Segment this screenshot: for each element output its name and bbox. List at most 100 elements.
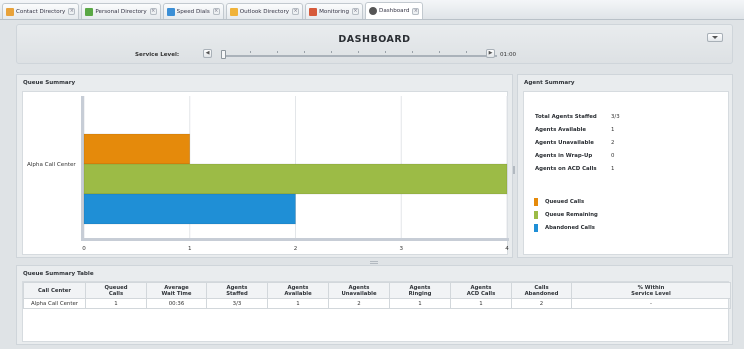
table-cell: 00:36 [146,298,207,309]
close-icon[interactable]: × [292,8,300,15]
bar-abandoned-calls [83,193,296,225]
y-axis [81,96,84,238]
collapse-button[interactable] [707,33,723,42]
bar-queued-calls [83,133,191,165]
chevron-left-icon: ◀ [205,50,210,56]
monitoring-icon [309,7,318,16]
personal-directory-icon [85,7,94,16]
column-header[interactable]: % Within Service Level [571,282,731,299]
table-cell: 1 [450,298,512,309]
stat-label-wrap-up: Agents in Wrap-Up [535,153,593,159]
stat-label-available: Agents Available [535,127,587,133]
tab-label: Dashboard [379,8,410,14]
table-row[interactable]: Alpha Call Center 1 00:36 3/3 1 2 1 1 2- [23,298,731,309]
agent-summary-panel: Agent Summary Total Agents Staffed 3/3 A… [517,74,733,258]
close-icon[interactable]: × [212,8,220,15]
column-header[interactable]: Call Center [23,282,86,299]
column-header[interactable]: Agents Available [267,282,329,299]
close-icon[interactable]: × [149,8,157,15]
slider-tick [277,51,278,53]
table-cell: 1 [267,298,329,309]
column-header[interactable]: Queued Calls [85,282,147,299]
table-cell: - [571,298,731,309]
tab-label: Monitoring [319,8,350,15]
x-tick-label: 3 [399,246,403,252]
x-tick-label: 4 [505,246,509,252]
bar-queue-remaining [83,163,508,195]
queue-summary-chart: 0 1 2 3 4 [81,96,509,252]
table-cell: 1 [85,298,147,309]
column-header[interactable]: Average Wait Time [146,282,207,299]
column-header[interactable]: Agents ACD Calls [450,282,512,299]
column-header[interactable]: Agents Unavailable [328,282,390,299]
queue-summary-table-panel: Queue Summary Table Call Center Queued Cal… [16,265,733,345]
column-header[interactable]: Calls Abandoned [511,282,572,299]
outlook-directory-icon [229,7,238,16]
service-level-slider-thumb[interactable] [221,50,226,59]
tab-speed-dials[interactable]: Speed Dials × [162,3,224,19]
close-icon[interactable]: × [352,8,360,15]
stat-value-wrap-up: 0 [611,153,615,159]
service-level-decrease-button[interactable]: ◀ [203,49,212,58]
service-level-value: 01:00 [500,52,517,58]
table-cell: 2 [511,298,572,309]
x-tick-label: 1 [188,246,192,252]
x-tick-label: 2 [294,246,298,252]
close-icon[interactable]: × [68,8,76,15]
legend-label-abandoned: Abandoned Calls [545,225,595,231]
column-header[interactable]: Agents Ringing [389,282,451,299]
tab-monitoring[interactable]: Monitoring × [305,3,364,19]
column-header-text: Calls [108,290,124,297]
table-cell: 2 [328,298,390,309]
dashboard-header: DASHBOARD Service Level: ◀ ▶ 01:00 [16,24,733,64]
column-header-text: Staffed [226,290,248,297]
table-cell: 1 [389,298,451,309]
legend-swatch-remaining [534,211,538,219]
service-level-label: Service Level: [135,52,180,58]
chevron-right-icon: ▶ [488,50,493,56]
slider-tick [250,51,251,53]
stat-value-unavailable: 2 [611,140,615,146]
queue-summary-table: Call Center Queued Calls Average Wait Time Ag… [23,282,731,309]
tab-contact-directory[interactable]: Contact Directory × [2,3,80,19]
column-header-text: ACD Calls [466,290,496,297]
tab-outlook-directory[interactable]: Outlook Directory × [225,3,304,19]
tab-label: Speed Dials [176,8,210,15]
tab-label: Contact Directory [16,8,66,15]
vertical-splitter-handle[interactable] [513,166,515,174]
column-header-text: Call Center [38,287,71,294]
table-cell: 3/3 [206,298,268,309]
slider-tick [304,51,305,53]
legend-label-queued: Queued Calls [545,199,585,205]
tab-label: Personal Directory [95,8,147,15]
close-icon[interactable]: × [412,7,420,15]
slider-tick [412,51,413,53]
service-level-slider-track[interactable] [221,55,497,57]
slider-tick [331,51,332,53]
column-header-text: Ringing [408,290,432,297]
stat-label-acd-calls: Agents on ACD Calls [535,166,597,172]
dashboard-icon [369,7,378,15]
x-axis [81,238,509,241]
stat-value-total-staffed: 3/3 [611,114,620,120]
horizontal-splitter-handle[interactable] [370,261,378,262]
queue-summary-chart-area: Alpha Call Center 01234 [22,91,509,255]
legend-swatch-queued [534,198,538,206]
slider-tick [385,51,386,53]
speed-dials-icon [166,7,175,16]
tab-dashboard[interactable]: Dashboard × [365,2,424,19]
queue-summary-table-title: Queue Summary Table [23,271,94,277]
service-level-increase-button[interactable]: ▶ [486,49,495,58]
legend-swatch-abandoned [534,224,538,232]
slider-tick [466,51,467,53]
queue-summary-panel: Queue Summary Alpha Call Center 01234 [16,74,513,258]
column-header-text: Wait Time [161,290,192,297]
table-cell: Alpha Call Center [23,298,86,309]
column-header-text: Service Level [631,290,671,297]
column-header[interactable]: Agents Staffed [206,282,268,299]
column-header-text: Unavailable [341,290,377,297]
agent-summary-content: Total Agents Staffed 3/3 Agents Availabl… [523,91,729,255]
contacts-icon [6,7,14,16]
tab-personal-directory[interactable]: Personal Directory × [81,3,161,19]
tab-label: Outlook Directory [239,8,290,15]
